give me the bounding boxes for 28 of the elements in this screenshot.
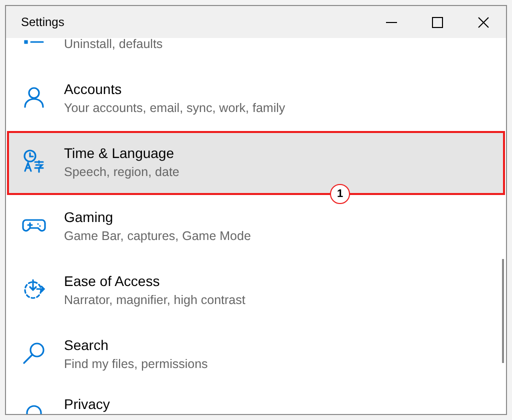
- dome-icon: [26, 405, 42, 414]
- item-title: Ease of Access: [64, 272, 161, 291]
- settings-item[interactable]: Ease of Access Narrator, magnifier, high contrast: [7, 259, 505, 323]
- clock-language-icon: [22, 149, 46, 173]
- search-icon: [22, 341, 46, 365]
- dashed-circle-arrow-icon: [22, 277, 46, 301]
- close-icon: [478, 16, 488, 28]
- person-icon: [22, 85, 46, 109]
- scrollbar[interactable]: [502, 259, 504, 363]
- item-title: Time & Language: [64, 144, 175, 163]
- item-title: Gaming: [64, 208, 114, 227]
- item-title: Accounts: [64, 80, 123, 99]
- item-description: Narrator, magnifier, high contrast: [64, 292, 246, 309]
- callout-badge: 1: [330, 184, 350, 204]
- list-icon: [24, 40, 44, 44]
- item-description: Game Bar, captures, Game Mode: [64, 228, 251, 245]
- window-title: Settings: [21, 14, 64, 31]
- item-description: Speech, region, date: [64, 164, 180, 181]
- settings-item[interactable]: Uninstall, defaults: [7, 38, 505, 67]
- item-description: Find my files, permissions: [64, 356, 208, 373]
- settings-item[interactable]: Accounts Your accounts, email, sync, work, family: [7, 67, 505, 131]
- item-title: Privacy: [64, 395, 110, 414]
- item-title: Search: [64, 336, 110, 355]
- maximize-icon: [432, 16, 442, 28]
- item-description: Your accounts, email, sync, work, family: [64, 100, 286, 117]
- settings-item[interactable]: Search Find my files, permissions: [7, 323, 505, 387]
- settings-item[interactable]: Privacy: [7, 387, 505, 414]
- item-description: Uninstall, defaults: [64, 38, 163, 53]
